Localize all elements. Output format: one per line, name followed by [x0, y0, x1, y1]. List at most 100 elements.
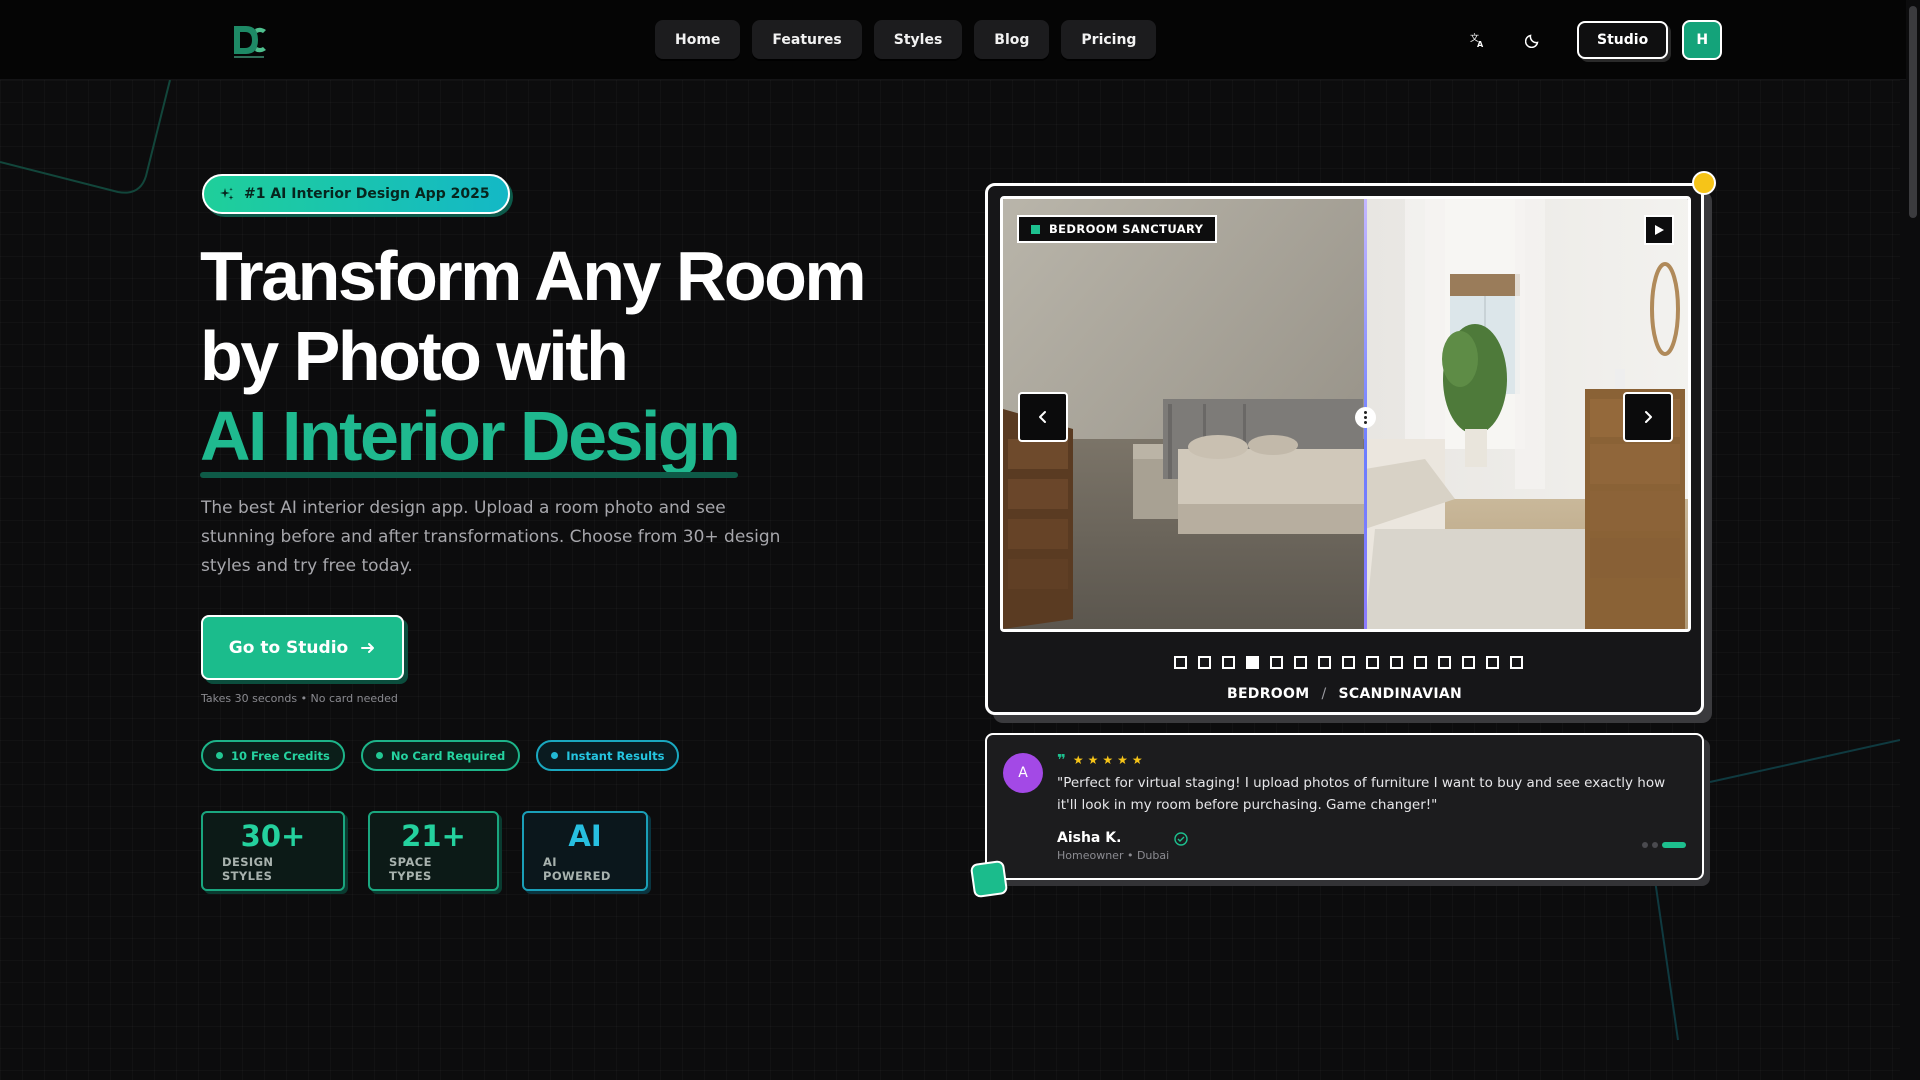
slide-indicator[interactable]	[1438, 656, 1451, 669]
slide-indicator[interactable]	[1510, 656, 1523, 669]
testimonial-quote: "Perfect for virtual staging! I upload p…	[1057, 775, 1666, 813]
star-icon: ★	[1117, 753, 1128, 767]
pill-label: No Card Required	[390, 748, 506, 763]
slide-indicator[interactable]	[1174, 656, 1187, 669]
room-tag: BEDROOM SANCTUARY	[1017, 215, 1218, 243]
headline-accent-text: AI Interior Design	[200, 397, 741, 475]
feature-pills: 10 Free Credits No Card Required Instant…	[201, 740, 680, 771]
testimonial-page-dot[interactable]	[1652, 842, 1658, 848]
slide-indicator[interactable]	[1414, 656, 1427, 669]
language-button[interactable]: 文 A	[1460, 22, 1496, 58]
testimonial-pagination	[1642, 842, 1686, 848]
logo-mark-icon	[234, 26, 266, 58]
nav-links: Home Features Styles Blog Pricing	[655, 20, 1157, 59]
go-to-studio-button[interactable]: Go to Studio	[201, 615, 404, 680]
pill-dot	[551, 752, 559, 759]
stat-label: DESIGN STYLES	[222, 855, 274, 883]
nav-pricing[interactable]: Pricing	[1061, 20, 1157, 59]
pill-dot	[216, 752, 223, 759]
user-avatar-button[interactable]: H	[1682, 20, 1723, 60]
hero-badge-label: #1 AI Interior Design App 2025	[244, 186, 490, 202]
slide-indicators	[1174, 656, 1523, 669]
logo[interactable]	[230, 20, 270, 60]
pill-free-credits: 10 Free Credits	[201, 740, 345, 771]
moon-icon	[1525, 34, 1539, 48]
verified-check-icon	[1174, 832, 1188, 846]
testimonial-avatar: A	[1003, 753, 1043, 793]
scrollbar-thumb[interactable]	[1909, 6, 1917, 218]
play-button[interactable]	[1644, 215, 1674, 245]
rating-stars: ❞ ★ ★ ★ ★ ★	[1057, 751, 1143, 769]
testimonial-page-dot[interactable]	[1642, 842, 1648, 848]
sparkles-icon	[220, 187, 234, 200]
cta-note: Takes 30 seconds • No card needed	[201, 692, 398, 705]
svg-text:A: A	[1477, 40, 1484, 48]
nav-features[interactable]: Features	[752, 20, 862, 59]
previous-slide-button[interactable]	[1018, 392, 1068, 442]
slide-indicator[interactable]	[1390, 656, 1403, 669]
headline-line-1: Transform Any Room	[200, 237, 867, 315]
star-icon: ★	[1102, 753, 1114, 767]
stat-label: AI POWERED	[543, 855, 611, 883]
chevron-right-icon	[1645, 411, 1652, 423]
studio-button[interactable]: Studio	[1577, 21, 1669, 59]
nav-styles[interactable]: Styles	[873, 20, 963, 59]
quote-icon: ❞	[1057, 751, 1066, 769]
play-icon	[1655, 225, 1664, 235]
slide-indicator[interactable]	[1270, 656, 1283, 669]
before-after-showcase: BEDROOM SANCTUARY BEDROOM / SCANDINAVIAN	[985, 183, 1704, 715]
nav-actions: 文 A Studio H	[1460, 20, 1723, 60]
slide-indicator[interactable]	[1246, 656, 1259, 669]
testimonial-name: Aisha K.	[1057, 830, 1122, 846]
testimonial-page-dot[interactable]	[1662, 842, 1686, 848]
nav-blog[interactable]: Blog	[974, 20, 1050, 59]
star-icon: ★	[1072, 753, 1084, 767]
caption-room: BEDROOM	[1226, 686, 1310, 702]
nav-home[interactable]: Home	[655, 20, 741, 59]
top-nav: Home Features Styles Blog Pricing 文 A St…	[0, 0, 1906, 80]
stat-design-styles: 30+ DESIGN STYLES	[201, 811, 345, 891]
slide-caption: BEDROOM / SCANDINAVIAN	[988, 686, 1701, 702]
room-tag-label: BEDROOM SANCTUARY	[1049, 222, 1204, 236]
slide-indicator[interactable]	[1366, 656, 1379, 669]
slide-indicator[interactable]	[1294, 656, 1307, 669]
slide-indicator[interactable]	[1462, 656, 1475, 669]
stat-value: AI	[568, 819, 602, 853]
headline-accent: AI Interior Design	[200, 396, 741, 478]
headline-line-2: by Photo with	[200, 317, 629, 395]
slide-indicator[interactable]	[1318, 656, 1331, 669]
pill-dot	[375, 752, 383, 759]
room-tag-marker	[1031, 224, 1040, 234]
stat-label: SPACE TYPES	[389, 855, 432, 883]
translate-icon: 文 A	[1470, 32, 1484, 48]
pill-instant-results: Instant Results	[536, 740, 680, 771]
headline-underline	[200, 472, 739, 478]
decorative-yellow-dot	[1692, 171, 1716, 195]
testimonial-card: A ❞ ★ ★ ★ ★ ★ "Perfect for virtual staging! …	[985, 733, 1704, 880]
next-slide-button[interactable]	[1623, 392, 1673, 442]
testimonial-meta: Homeowner • Dubai	[1057, 849, 1170, 862]
slide-indicator[interactable]	[1342, 656, 1355, 669]
hero-badge: #1 AI Interior Design App 2025	[202, 174, 510, 214]
stat-space-types: 21+ SPACE TYPES	[368, 811, 499, 891]
slide-indicator[interactable]	[1486, 656, 1499, 669]
slide-indicator[interactable]	[1222, 656, 1235, 669]
page-scrollbar[interactable]	[1906, 0, 1920, 1080]
before-after-slider[interactable]: BEDROOM SANCTUARY	[1000, 196, 1691, 632]
decorative-green-square	[969, 859, 1009, 899]
slide-indicator[interactable]	[1198, 656, 1211, 669]
pill-no-card: No Card Required	[360, 740, 521, 771]
chevron-left-icon	[1039, 411, 1046, 423]
hero-subtext: The best AI interior design app. Upload …	[201, 498, 781, 576]
star-icon: ★	[1087, 753, 1099, 767]
pill-label: Instant Results	[566, 748, 665, 763]
divider-handle[interactable]	[1355, 407, 1376, 428]
caption-separator: /	[1321, 686, 1327, 702]
star-icon: ★	[1131, 753, 1143, 767]
arrow-right-icon	[361, 642, 375, 653]
pill-label: 10 Free Credits	[231, 748, 330, 763]
stat-value: 30+	[240, 819, 306, 853]
hero-headline: Transform Any Room by Photo with AI Inte…	[200, 236, 867, 478]
stat-value: 21+	[401, 819, 466, 853]
theme-toggle-button[interactable]	[1515, 22, 1551, 58]
